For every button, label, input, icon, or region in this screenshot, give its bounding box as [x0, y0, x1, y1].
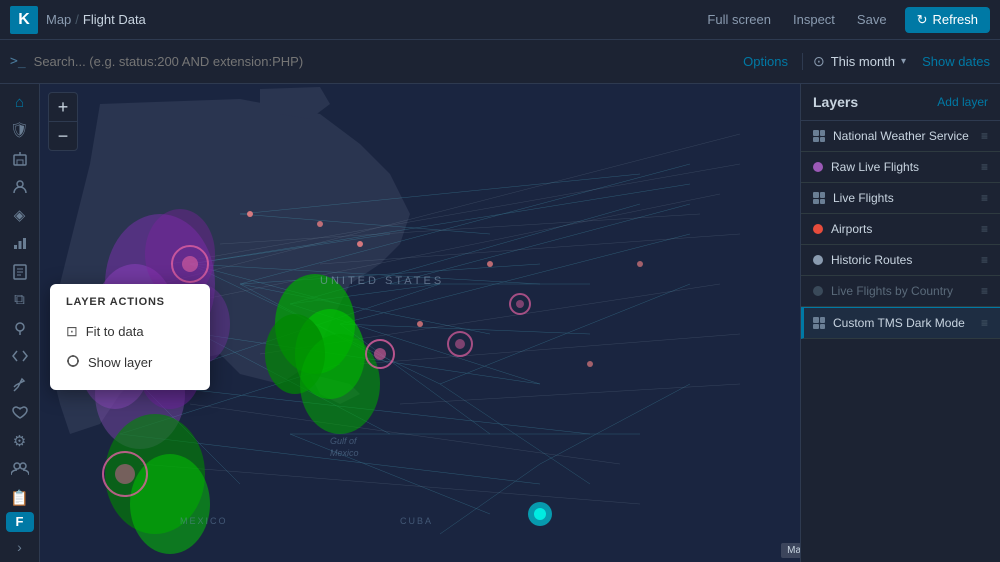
sidebar-item-tools[interactable] — [2, 372, 38, 398]
custom-tms-dark-mode-layer[interactable]: Custom TMS Dark Mode ≡ — [801, 308, 1000, 339]
time-label: This month — [831, 54, 895, 69]
time-filter: ⊙ This month ▾ — [802, 53, 906, 70]
svg-text:Mexico: Mexico — [330, 448, 359, 458]
show-dates-button[interactable]: Show dates — [922, 54, 990, 69]
layer-drag-handle[interactable]: ≡ — [981, 160, 988, 174]
sidebar-item-shield[interactable]: 🛡 — [2, 117, 38, 143]
fit-to-data-item[interactable]: ⊡ Fit to data — [50, 316, 210, 347]
layer-actions-title: LAYER ACTIONS — [50, 296, 210, 316]
breadcrumb-current: Flight Data — [83, 12, 146, 27]
layer-label: Airports — [831, 222, 973, 236]
sidebar-item-home[interactable]: ⌂ — [2, 89, 38, 115]
sidebar-item-chart[interactable] — [2, 230, 38, 256]
layer-dot-icon — [813, 162, 823, 172]
show-layer-icon — [66, 354, 80, 371]
topbar-actions: Full screen Inspect Save ↻ Refresh — [703, 7, 990, 33]
layer-label: National Weather Service — [833, 129, 973, 143]
zoom-out-button[interactable]: − — [49, 122, 77, 150]
main-layout: ⌂ 🛡 ◈ ⧉ ⚙ 📋 — [0, 84, 1000, 562]
show-layer-item[interactable]: Show layer — [50, 347, 210, 378]
sidebar-item-layers[interactable]: ⧉ — [2, 287, 38, 313]
refresh-label: Refresh — [932, 12, 978, 27]
layer-grid-icon — [813, 192, 825, 204]
national-weather-service-layer[interactable]: National Weather Service ≡ — [801, 121, 1000, 152]
layer-label: Historic Routes — [831, 253, 973, 267]
layers-title: Layers — [813, 94, 858, 110]
layer-label: Live Flights — [833, 191, 973, 205]
layers-header: Layers Add layer — [801, 84, 1000, 121]
refresh-icon: ↻ — [917, 12, 928, 28]
layer-label: Raw Live Flights — [831, 160, 973, 174]
searchbar: >_ Options ⊙ This month ▾ Show dates — [0, 40, 1000, 84]
sidebar-item-users[interactable] — [2, 456, 38, 482]
fit-to-data-label: Fit to data — [86, 324, 144, 339]
sidebar-item-person[interactable] — [2, 174, 38, 200]
fullscreen-button[interactable]: Full screen — [703, 10, 775, 29]
fit-to-data-icon: ⊡ — [66, 323, 78, 340]
refresh-button[interactable]: ↻ Refresh — [905, 7, 990, 33]
sidebar-item-file[interactable]: 📋 — [2, 485, 38, 511]
live-flights-by-country-layer[interactable]: Live Flights by Country ≡ — [801, 276, 1000, 307]
sidebar-item-code[interactable] — [2, 343, 38, 369]
svg-text:UNITED STATES: UNITED STATES — [320, 275, 444, 287]
sidebar-collapse-arrow[interactable]: › — [2, 536, 38, 558]
time-chevron-icon[interactable]: ▾ — [901, 56, 906, 67]
sidebar-item-network[interactable]: ◈ — [2, 202, 38, 228]
layer-drag-handle[interactable]: ≡ — [981, 284, 988, 298]
breadcrumb: Map / Flight Data — [46, 12, 146, 27]
layer-drag-handle[interactable]: ≡ — [981, 191, 988, 205]
sidebar-item-pin[interactable] — [2, 315, 38, 341]
map-zoom-controls: + − — [48, 92, 78, 151]
layers-panel: Layers Add layer National Weather Servic… — [800, 84, 1000, 562]
show-layer-label: Show layer — [88, 355, 152, 370]
layer-drag-handle[interactable]: ≡ — [981, 316, 988, 330]
svg-text:MEXICO: MEXICO — [180, 516, 228, 526]
layer-dot-icon — [813, 255, 823, 265]
sidebar-item-heart[interactable] — [2, 400, 38, 426]
sidebar-item-building[interactable] — [2, 146, 38, 172]
layer-grid-icon — [813, 130, 825, 142]
user-avatar[interactable]: F — [6, 512, 34, 532]
add-layer-button[interactable]: Add layer — [937, 95, 988, 109]
svg-text:CUBA: CUBA — [400, 516, 433, 526]
layer-drag-handle[interactable]: ≡ — [981, 222, 988, 236]
save-button[interactable]: Save — [853, 10, 891, 29]
sidebar-item-doc[interactable] — [2, 259, 38, 285]
left-sidebar: ⌂ 🛡 ◈ ⧉ ⚙ 📋 — [0, 84, 40, 562]
topbar: K Map / Flight Data Full screen Inspect … — [0, 0, 1000, 40]
svg-text:Gulf of: Gulf of — [330, 436, 358, 446]
airports-layer[interactable]: Airports ≡ — [801, 214, 1000, 245]
breadcrumb-separator: / — [75, 12, 79, 27]
breadcrumb-map[interactable]: Map — [46, 12, 71, 27]
live-flights-layer[interactable]: Live Flights ≡ — [801, 183, 1000, 214]
search-input[interactable] — [34, 54, 730, 69]
historic-routes-layer[interactable]: Historic Routes ≡ — [801, 245, 1000, 276]
layer-dot-icon — [813, 224, 823, 234]
layer-label: Custom TMS Dark Mode — [833, 316, 973, 330]
sidebar-item-gear[interactable]: ⚙ — [2, 428, 38, 454]
raw-live-flights-layer[interactable]: Raw Live Flights ≡ — [801, 152, 1000, 183]
layer-dot-icon — [813, 286, 823, 296]
search-prefix: >_ — [10, 54, 26, 69]
options-button[interactable]: Options — [737, 52, 794, 71]
time-icon: ⊙ — [813, 53, 825, 70]
layer-drag-handle[interactable]: ≡ — [981, 253, 988, 267]
inspect-button[interactable]: Inspect — [789, 10, 839, 29]
layer-label: Live Flights by Country — [831, 284, 973, 298]
zoom-in-button[interactable]: + — [49, 93, 77, 121]
logo[interactable]: K — [10, 6, 38, 34]
layer-grid-icon — [813, 317, 825, 329]
layer-actions-popup: LAYER ACTIONS ⊡ Fit to data Show layer — [50, 284, 210, 390]
layer-drag-handle[interactable]: ≡ — [981, 129, 988, 143]
